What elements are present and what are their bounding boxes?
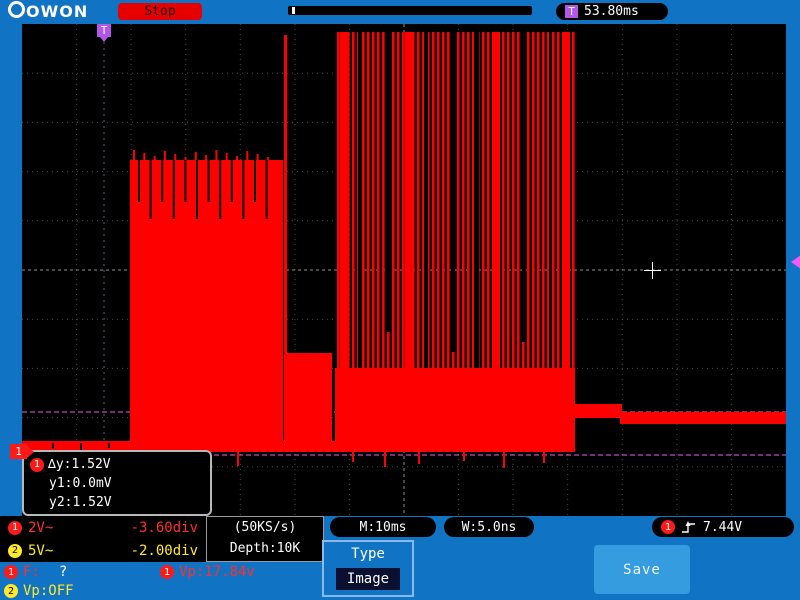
freq-value: ? [58,564,68,580]
trigger-position-marker[interactable]: T [97,24,111,42]
main-timebase-pill: M:10ms [330,517,436,537]
ch1-scale: 2V~ [28,519,54,536]
trigger-t-icon: T [565,5,578,18]
trigger-source-badge-icon: 1 [661,520,675,534]
ch1-badge-icon: 1 [30,457,44,472]
logo-ring-icon [8,1,25,18]
waveform-display: T 1 1 ∆y:1.52V y1:0.0mV y2:1.52V [10,24,786,516]
oscilloscope-screen: { "brand": "OWON", "topbar": { "state": … [0,0,800,600]
type-menu-button[interactable]: Type Image [322,540,414,597]
cursor-y2: y2:1.52V [49,495,112,510]
sample-rate: (50KS/s) [233,520,297,535]
ch2-position: -2.00div [130,542,198,559]
memory-depth: Depth:10K [229,541,301,556]
save-button[interactable]: Save [594,545,690,594]
vp2-value: Vp:OFF [23,583,74,599]
freq-badge-icon: 1 [4,565,18,579]
trigger-level-pill: 1 7.44V [652,517,794,537]
freq-label: F: [23,564,40,580]
sample-info-box: (50KS/s) Depth:10K [206,516,324,562]
channel-status-panel: 1 2V~ -3.60div 2 5V~ -2.00div [0,516,206,562]
ch1-badge-icon: 1 [8,520,22,535]
ch2-scale: 5V~ [28,542,54,559]
trigger-time-value: 53.80ms [584,4,639,19]
rising-edge-icon [682,520,695,533]
brand-text: OWON [26,2,89,21]
waveform-canvas [22,24,786,516]
trigger-level-value: 7.44V [703,519,743,535]
run-state-button[interactable]: Stop [118,3,202,20]
waveform-trace [22,32,786,452]
vp2-badge-icon: 2 [4,584,18,598]
ch2-badge-icon: 2 [8,543,22,558]
owon-logo: OWON [8,1,88,21]
horizontal-position-bar [288,6,532,15]
ch1-position: -3.60div [130,519,198,536]
ch1-level-marker[interactable]: 1 [10,444,34,459]
vp1-badge-icon: 1 [160,565,174,579]
ch2-status-row: 2 5V~ -2.00div [0,539,206,562]
cursor-measure-box: 1 ∆y:1.52V y1:0.0mV y2:1.52V [22,450,212,516]
type-value-image[interactable]: Image [336,568,400,590]
position-tick-icon [292,7,295,14]
cursor-delta-y: ∆y:1.52V [48,457,111,472]
ch1-status-row: 1 2V~ -3.60div [0,516,206,539]
trigger-time-readout: T 53.80ms [556,3,668,20]
trigger-level-arrow-icon[interactable] [784,255,800,269]
freq-readout: 1 F: ? [4,564,67,580]
vp1-value: Vp:17.84v [179,564,255,580]
cursor-y1: y1:0.0mV [49,476,112,491]
ch2-vp-readout: 2 Vp:OFF [4,583,74,599]
cursor-cross-icon [644,262,661,279]
window-timebase-pill: W:5.0ns [444,517,534,537]
ch1-vp-readout: 1 Vp:17.84v [160,564,255,580]
type-label: Type [351,546,385,562]
